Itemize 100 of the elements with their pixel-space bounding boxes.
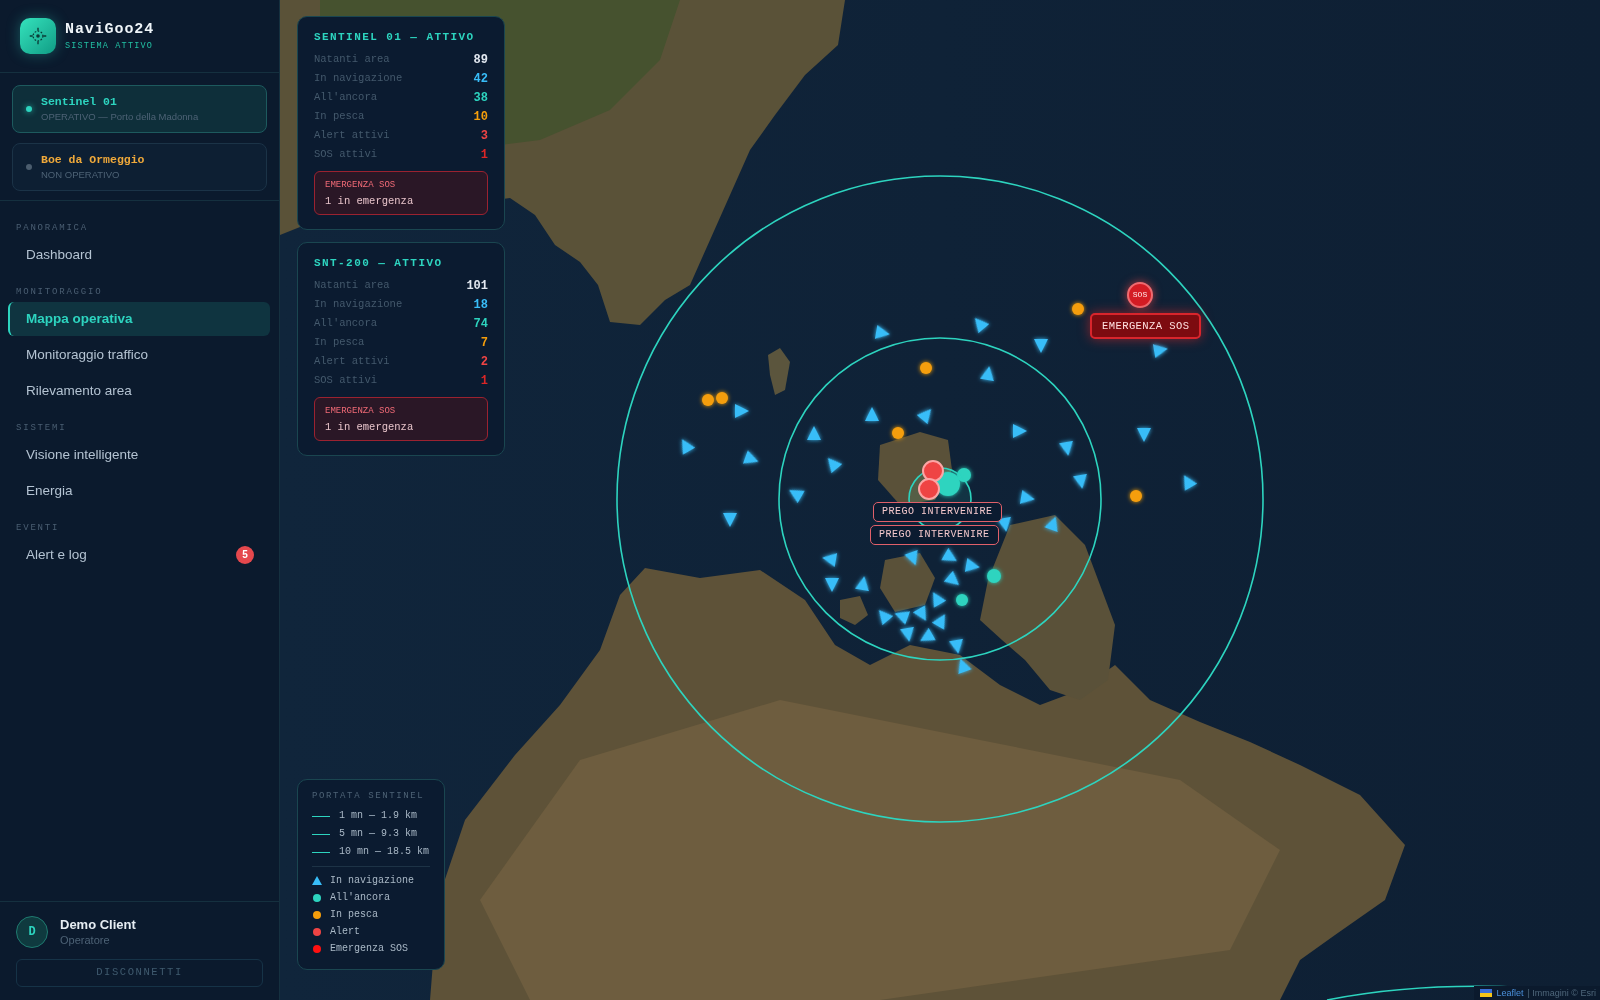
triangle-marker-icon[interactable] (874, 325, 890, 339)
triangle-marker-icon[interactable] (894, 611, 911, 625)
triangle-marker-icon[interactable] (900, 626, 914, 642)
section-heading: PANORAMICA (15, 222, 89, 234)
triangle-marker-icon[interactable] (912, 605, 926, 621)
triangle-marker-icon[interactable] (1034, 339, 1048, 353)
triangle-marker-icon[interactable] (916, 408, 932, 425)
line-icon (312, 833, 330, 835)
triangle-marker-icon[interactable] (904, 549, 918, 566)
dot-marker-icon[interactable] (1130, 490, 1142, 502)
attribution-link[interactable]: Leaflet (1496, 987, 1524, 999)
brand-status: SISTEMA ATTIVO (65, 41, 155, 51)
alert-text: 1 in emergenza (325, 194, 415, 208)
stat-value: 74 (473, 316, 488, 331)
stat-value: 42 (473, 71, 488, 86)
triangle-marker-icon[interactable] (807, 426, 821, 440)
dot-marker-icon[interactable] (920, 362, 932, 374)
triangle-marker-icon[interactable] (827, 457, 843, 474)
nav-item[interactable]: Rilevamento area (8, 374, 270, 408)
triangle-marker-icon[interactable] (1073, 473, 1087, 489)
stat-value: 89 (473, 52, 488, 67)
dot-marker-icon[interactable] (956, 594, 968, 606)
triangle-marker-icon[interactable] (1013, 424, 1027, 438)
triangle-marker-icon[interactable] (997, 516, 1011, 532)
stat-value: 1 (480, 373, 488, 388)
dot-marker-icon[interactable] (1072, 303, 1084, 315)
nav-item[interactable]: Alert e log 5 (8, 538, 270, 572)
range-label: 5 mn — 9.3 km (339, 828, 417, 840)
island (880, 553, 935, 612)
count-badge: 5 (236, 546, 254, 564)
stat-label: In pesca (314, 336, 365, 349)
dot-marker-icon[interactable] (957, 468, 971, 482)
triangle-marker-icon[interactable] (825, 578, 839, 592)
triangle-marker-icon[interactable] (1152, 344, 1168, 358)
attribution-text: | Immagini © Esri (1527, 987, 1596, 999)
triangle-marker-icon[interactable] (964, 558, 980, 572)
triangle-marker-icon[interactable] (723, 513, 737, 527)
triangle-marker-icon[interactable] (1184, 475, 1198, 491)
stat-value: 18 (473, 297, 488, 312)
triangle-marker-icon[interactable] (878, 609, 894, 626)
stat-label: In navigazione (314, 72, 403, 85)
alert-label[interactable]: PREGO INTERVENIRE (870, 525, 999, 545)
panel-title: SENTINEL 01 — ATTIVO (314, 30, 476, 44)
triangle-marker-icon[interactable] (1137, 428, 1151, 442)
alert-title: EMERGENZA SOS (325, 179, 397, 191)
stat-label: All'ancora (314, 317, 377, 330)
device-status: NON OPERATIVO (41, 169, 121, 181)
dot-marker-icon[interactable] (892, 427, 904, 439)
legend-label: Emergenza SOS (330, 942, 408, 955)
user-avatar: D (16, 916, 48, 948)
stat-label: Alert attivi (314, 355, 390, 368)
dot-marker-icon[interactable] (987, 569, 1001, 583)
triangle-marker-icon[interactable] (974, 317, 990, 334)
device-name: Boe da Ormeggio (41, 153, 145, 167)
device-card[interactable]: Boe da Ormeggio NON OPERATIVO (12, 143, 267, 191)
alert-title: EMERGENZA SOS (325, 405, 397, 417)
island (840, 596, 868, 625)
triangle-marker-icon[interactable] (931, 614, 945, 630)
nav-item[interactable]: Mappa operativa (8, 302, 270, 336)
dot-marker-icon[interactable] (702, 394, 714, 406)
legend-label: In pesca (330, 908, 378, 921)
legend-label: All'ancora (330, 891, 390, 904)
section-heading: EVENTI (15, 522, 61, 534)
nav-item[interactable]: Visione intelligente (8, 438, 270, 472)
triangle-marker-icon[interactable] (682, 439, 696, 455)
stat-label: In navigazione (314, 298, 403, 311)
alert-label[interactable]: PREGO INTERVENIRE (873, 502, 1002, 522)
island (768, 348, 790, 395)
stat-label: All'ancora (314, 91, 377, 104)
triangle-marker-icon[interactable] (943, 570, 960, 586)
legend-title: PORTATA SENTINEL (312, 790, 426, 802)
triangle-marker-icon[interactable] (789, 490, 805, 504)
triangle-marker-icon[interactable] (1044, 516, 1058, 533)
stat-value: 7 (480, 335, 488, 350)
triangle-marker-icon[interactable] (735, 404, 749, 418)
dot-marker-icon[interactable] (716, 392, 728, 404)
triangle-marker-icon[interactable] (1019, 490, 1035, 504)
triangle-marker-icon[interactable] (855, 576, 869, 592)
device-name: Sentinel 01 (41, 95, 118, 109)
triangle-marker-icon[interactable] (920, 627, 936, 641)
triangle-marker-icon[interactable] (980, 366, 994, 382)
triangle-marker-icon[interactable] (742, 450, 759, 464)
triangle-marker-icon[interactable] (933, 592, 947, 608)
triangle-marker-icon[interactable] (865, 407, 879, 421)
triangle-marker-icon[interactable] (822, 553, 838, 567)
nav-item[interactable]: Dashboard (8, 238, 270, 272)
stat-value: 3 (480, 128, 488, 143)
stat-value: 1 (480, 147, 488, 162)
stat-value: 2 (480, 354, 488, 369)
nav-item[interactable]: Energia (8, 474, 270, 508)
stat-label: Natanti area (314, 53, 390, 66)
stat-value: 101 (466, 278, 488, 293)
sos-label[interactable]: EMERGENZA SOS (1090, 313, 1202, 339)
panel-title: SNT-200 — ATTIVO (314, 256, 444, 270)
triangle-marker-icon[interactable] (958, 658, 972, 675)
triangle-marker-icon[interactable] (949, 638, 963, 654)
triangle-marker-icon[interactable] (1059, 440, 1073, 456)
triangle-marker-icon[interactable] (941, 547, 957, 561)
stat-label: In pesca (314, 110, 365, 123)
nav-item[interactable]: Monitoraggio traffico (8, 338, 270, 372)
